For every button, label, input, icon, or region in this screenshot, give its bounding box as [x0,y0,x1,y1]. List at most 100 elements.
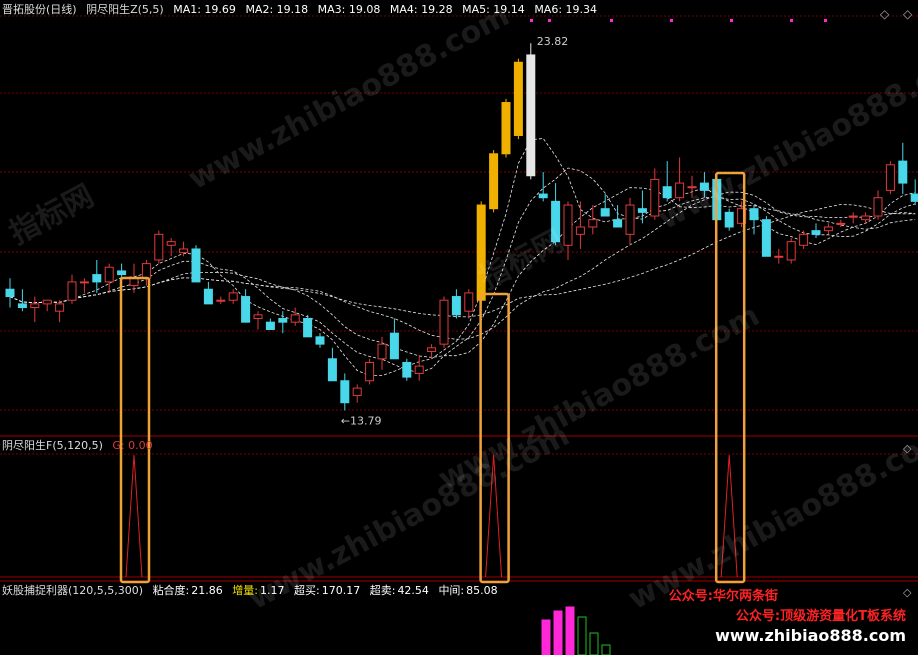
candle-body [823,226,833,232]
stat-increase-value: 1.17 [260,584,285,597]
close-icon: ◇ [903,442,912,455]
stat-oversold-value: 42.54 [397,584,429,597]
candle-body [724,211,734,228]
volume-bar [541,619,551,655]
candle-body [489,153,499,210]
signal-dot [730,19,733,22]
candle-body [687,186,697,189]
signal-dot [610,19,613,22]
stat-adhesion-value: 21.86 [191,584,223,597]
stat-oversold-label: 超卖: [369,584,396,597]
candle-body [191,248,201,283]
volume-bar [553,610,563,655]
candle-body [166,241,176,246]
candle-body [55,303,65,312]
candle-body [910,193,918,202]
candle-body [799,233,809,246]
signal-panel-header: 阴尽阳生F(5,120,5) G: 0.00 [2,438,159,454]
signal-value: G: 0.00 [112,439,153,452]
candle-body [253,314,263,320]
high-price-label: 23.82 [537,35,569,48]
stat-overbought-value: 170.17 [321,584,361,597]
candle-body [340,380,350,404]
stat-overbought-label: 超买: [294,584,320,597]
candle-body [898,160,908,184]
stat-adhesion-label: 粘合度: [152,584,190,597]
volume-bar [565,606,575,655]
candle-body [848,215,858,218]
candle-body [352,387,362,396]
candle-body [92,274,102,283]
candle-body [67,281,77,301]
candle-body [563,204,573,246]
candle-body [241,296,251,323]
candle-body [861,215,871,221]
candle-body [216,299,226,302]
candle-body [228,292,238,301]
candle-body [17,303,27,309]
candle-body [402,361,412,378]
promo-line-3: www.zhibiao888.com [715,626,906,645]
candle-body [699,182,709,191]
promo-line-2: 公众号:顶级游资量化T板系统 [735,609,906,624]
volume-bar [577,616,587,655]
candle-body [662,186,672,199]
candle-body [749,208,759,221]
candle-body [290,314,300,323]
candle-body [79,281,89,284]
signal-box [714,171,746,584]
close-icon: ◇ [903,586,912,599]
candle-body [265,321,275,330]
low-price-label: ←13.79 [341,414,382,427]
candle-body [774,255,784,258]
candle-body [464,292,474,312]
candle-body [650,178,660,217]
stat-middle-label: 中间: [438,584,465,597]
signal-dot [824,19,827,22]
stat-increase-label: 增量: [232,584,258,597]
candle-body [761,219,771,257]
candle-body [885,164,895,191]
candle-body [637,208,647,213]
bottom-panel-header: 妖股捕捉利器(120,5,5,300) 粘合度: 21.86 增量: 1.17 超买… [2,583,504,599]
candle-body [513,61,523,136]
candle-body [575,226,585,235]
candle-body [129,277,139,287]
bottom-indicator-name[interactable]: 妖股捕捉利器(120,5,5,300) [2,584,143,597]
candle-body [613,219,623,228]
stat-middle-value: 85.08 [466,584,498,597]
candle-body [179,248,189,254]
candle-body [451,296,461,316]
candle-body [278,318,288,323]
signal-dot [670,19,673,22]
candle-body [873,197,883,217]
signal-peak [125,454,143,578]
candle-body [588,219,598,228]
candle-body [811,230,821,235]
candle-body [786,241,796,261]
candle-body [303,318,313,338]
signal-peak [720,454,738,578]
candle-body [365,361,375,382]
volume-bar [601,644,611,655]
signal-box [119,276,151,584]
candle-body [501,102,511,155]
expand-icon: ◇ [880,7,890,21]
candle-body [526,54,536,177]
signal-dot [548,19,551,22]
price-chart[interactable]: 23.82 ←13.79 ◇ ◇ ◇ ◇ [0,0,918,655]
candle-body [5,288,15,298]
candle-body [154,233,164,261]
candle-body [141,263,151,279]
volume-bar [589,632,599,655]
signal-dot [790,19,793,22]
candle-body [315,336,325,345]
candle-body [439,299,449,345]
promo-line-1: 公众号:华尔两条街 [668,589,778,604]
candle-body [327,358,337,382]
candle-body [538,193,548,199]
signal-indicator-name[interactable]: 阴尽阳生F(5,120,5) [2,439,103,452]
candle-body [377,343,387,360]
close-icon: ◇ [903,7,913,21]
candle-body [117,270,127,276]
